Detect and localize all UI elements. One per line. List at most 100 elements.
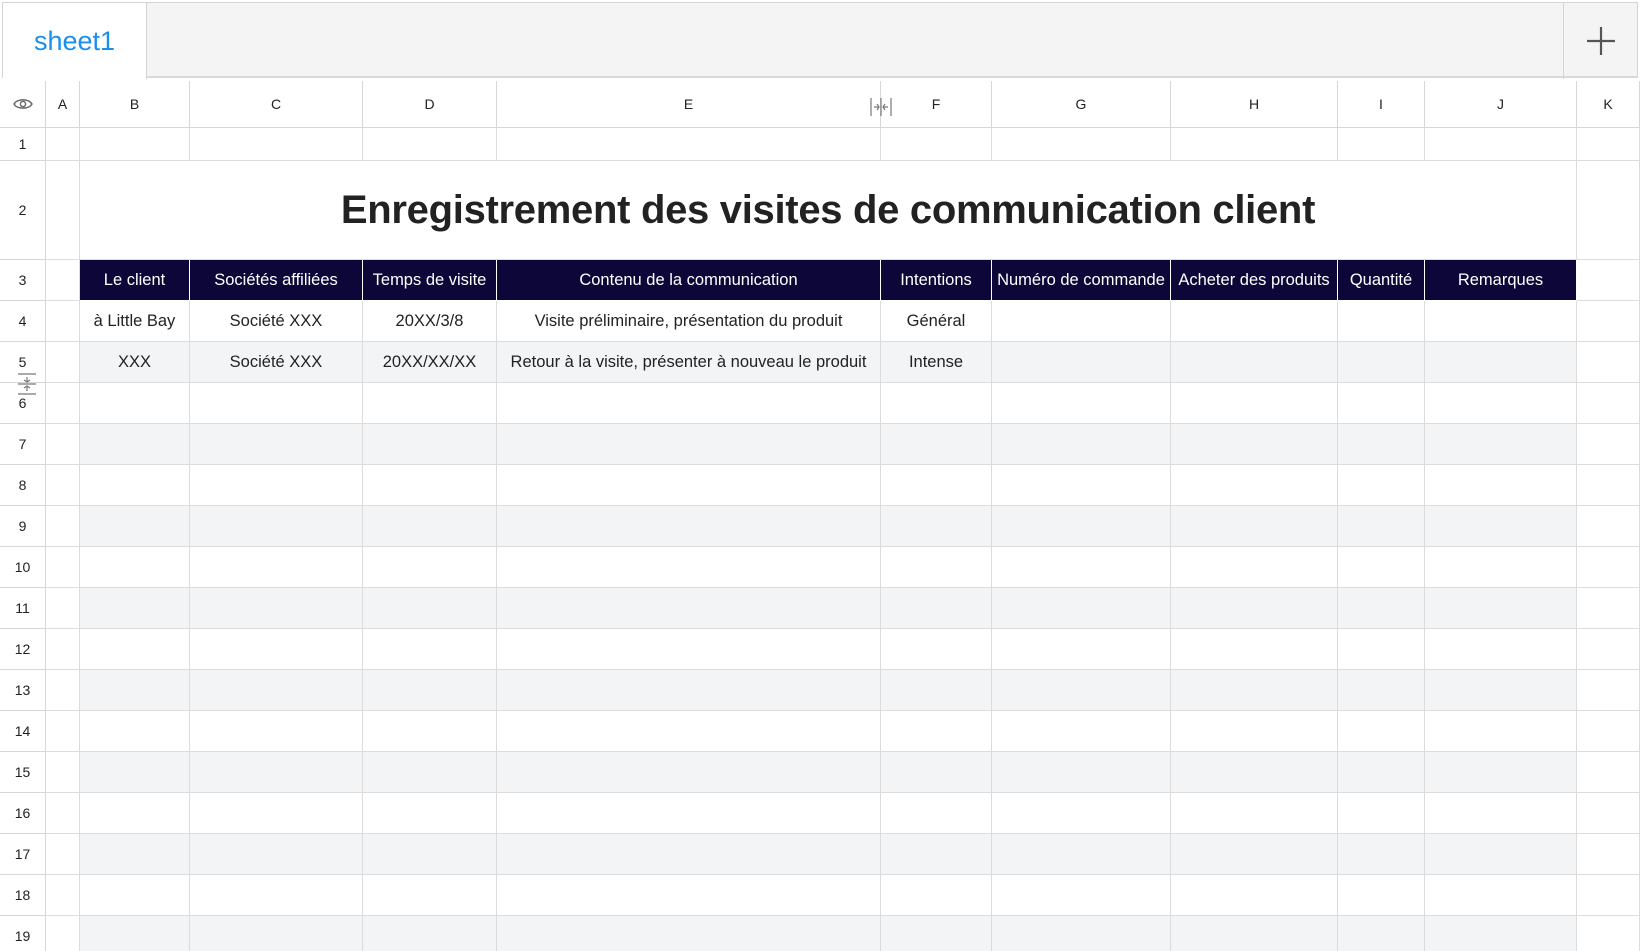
cell-c11[interactable] (190, 588, 363, 629)
cell-e17[interactable] (497, 834, 881, 875)
cell-d11[interactable] (363, 588, 497, 629)
column-header-g[interactable]: G (992, 81, 1171, 128)
cell-i1[interactable] (1338, 128, 1425, 161)
row-header-8[interactable]: 8 (0, 465, 46, 506)
cell-g14[interactable] (992, 711, 1171, 752)
cell-e15[interactable] (497, 752, 881, 793)
cell-j5[interactable] (1425, 342, 1577, 383)
cell-h9[interactable] (1171, 506, 1338, 547)
cell-a17[interactable] (46, 834, 80, 875)
cell-d19[interactable] (363, 916, 497, 951)
cell-h19[interactable] (1171, 916, 1338, 951)
column-resize-icon[interactable] (870, 96, 892, 118)
cell-k4[interactable] (1577, 301, 1640, 342)
cell-h13[interactable] (1171, 670, 1338, 711)
cell-i9[interactable] (1338, 506, 1425, 547)
column-header-h[interactable]: H (1171, 81, 1338, 128)
cell-h11[interactable] (1171, 588, 1338, 629)
cell-e12[interactable] (497, 629, 881, 670)
column-title-cell[interactable]: Intentions (881, 260, 992, 301)
row-header-4[interactable]: 4 (0, 301, 46, 342)
cell-f16[interactable] (881, 793, 992, 834)
cell-b9[interactable] (80, 506, 190, 547)
cell-k2[interactable] (1577, 161, 1640, 260)
row-header-19[interactable]: 19 (0, 916, 46, 951)
cell-h17[interactable] (1171, 834, 1338, 875)
cell-e8[interactable] (497, 465, 881, 506)
cell-f19[interactable] (881, 916, 992, 951)
cell-e4[interactable]: Visite préliminaire, présentation du pro… (497, 301, 881, 342)
cell-k11[interactable] (1577, 588, 1640, 629)
cell-a6[interactable] (46, 383, 80, 424)
cell-d14[interactable] (363, 711, 497, 752)
cell-g16[interactable] (992, 793, 1171, 834)
cell-b12[interactable] (80, 629, 190, 670)
cell-d1[interactable] (363, 128, 497, 161)
cell-b11[interactable] (80, 588, 190, 629)
cell-b19[interactable] (80, 916, 190, 951)
cell-h12[interactable] (1171, 629, 1338, 670)
row-resize-icon[interactable] (16, 373, 38, 395)
column-header-d[interactable]: D (363, 81, 497, 128)
cell-b5[interactable]: XXX (80, 342, 190, 383)
cell-k13[interactable] (1577, 670, 1640, 711)
cell-i13[interactable] (1338, 670, 1425, 711)
cell-j6[interactable] (1425, 383, 1577, 424)
column-header-j[interactable]: J (1425, 81, 1577, 128)
cell-a1[interactable] (46, 128, 80, 161)
sheet-title[interactable]: Enregistrement des visites de communicat… (80, 161, 1577, 260)
row-header-16[interactable]: 16 (0, 793, 46, 834)
column-title-cell[interactable]: Le client (80, 260, 190, 301)
cell-g18[interactable] (992, 875, 1171, 916)
cell-g5[interactable] (992, 342, 1171, 383)
column-header-f[interactable]: F (881, 81, 992, 128)
cell-j4[interactable] (1425, 301, 1577, 342)
row-header-1[interactable]: 1 (0, 128, 46, 161)
cell-f7[interactable] (881, 424, 992, 465)
cell-g12[interactable] (992, 629, 1171, 670)
cell-d15[interactable] (363, 752, 497, 793)
cell-k15[interactable] (1577, 752, 1640, 793)
cell-c5[interactable]: Société XXX (190, 342, 363, 383)
cell-f17[interactable] (881, 834, 992, 875)
cell-g10[interactable] (992, 547, 1171, 588)
cell-i16[interactable] (1338, 793, 1425, 834)
cell-i12[interactable] (1338, 629, 1425, 670)
cell-f10[interactable] (881, 547, 992, 588)
cell-d12[interactable] (363, 629, 497, 670)
cell-h4[interactable] (1171, 301, 1338, 342)
column-header-a[interactable]: A (46, 81, 80, 128)
cell-g6[interactable] (992, 383, 1171, 424)
cell-g17[interactable] (992, 834, 1171, 875)
cell-h1[interactable] (1171, 128, 1338, 161)
cell-k7[interactable] (1577, 424, 1640, 465)
cell-c12[interactable] (190, 629, 363, 670)
cell-j18[interactable] (1425, 875, 1577, 916)
cell-g7[interactable] (992, 424, 1171, 465)
cell-c8[interactable] (190, 465, 363, 506)
cell-b6[interactable] (80, 383, 190, 424)
cell-j17[interactable] (1425, 834, 1577, 875)
cell-i5[interactable] (1338, 342, 1425, 383)
cell-h7[interactable] (1171, 424, 1338, 465)
cell-e11[interactable] (497, 588, 881, 629)
cell-a19[interactable] (46, 916, 80, 951)
cell-b16[interactable] (80, 793, 190, 834)
cell-i6[interactable] (1338, 383, 1425, 424)
cell-i11[interactable] (1338, 588, 1425, 629)
cell-i17[interactable] (1338, 834, 1425, 875)
cell-h8[interactable] (1171, 465, 1338, 506)
row-header-14[interactable]: 14 (0, 711, 46, 752)
cell-h18[interactable] (1171, 875, 1338, 916)
column-header-b[interactable]: B (80, 81, 190, 128)
cell-h16[interactable] (1171, 793, 1338, 834)
column-header-e[interactable]: E (497, 81, 881, 128)
cell-c14[interactable] (190, 711, 363, 752)
cell-i10[interactable] (1338, 547, 1425, 588)
cell-a3[interactable] (46, 260, 80, 301)
cell-a14[interactable] (46, 711, 80, 752)
cell-j16[interactable] (1425, 793, 1577, 834)
cell-g4[interactable] (992, 301, 1171, 342)
cell-k9[interactable] (1577, 506, 1640, 547)
cell-a18[interactable] (46, 875, 80, 916)
